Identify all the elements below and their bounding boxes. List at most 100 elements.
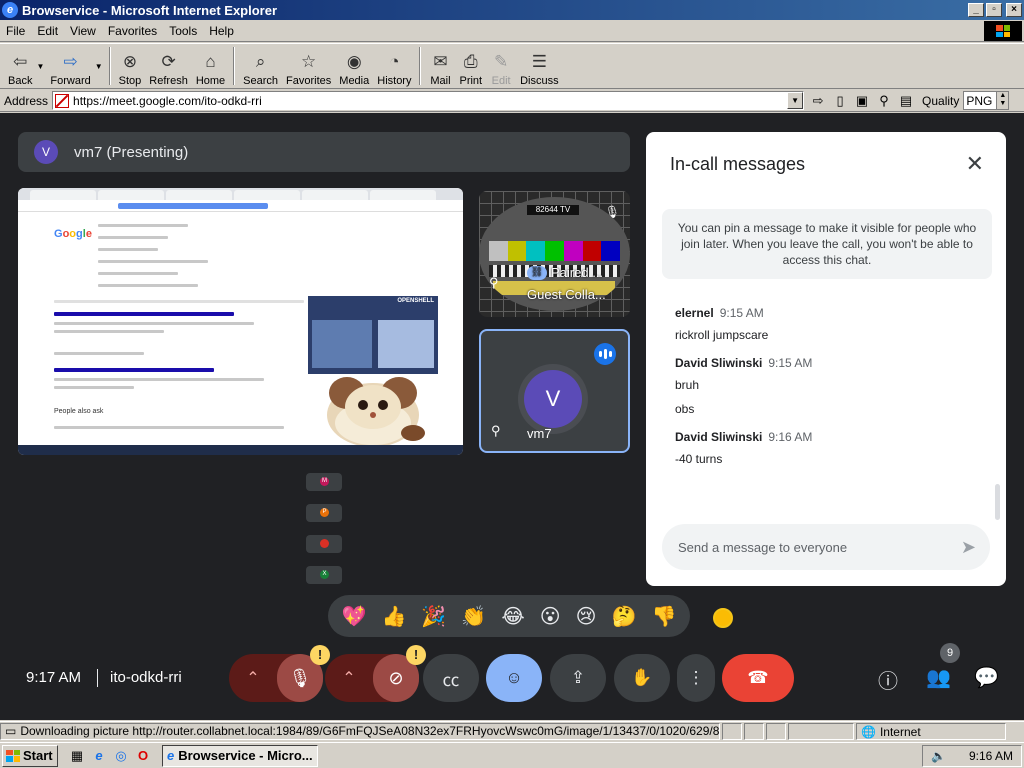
ie-quicklaunch-icon[interactable]: e	[90, 747, 108, 765]
reaction-sparkling-heart[interactable]: 💖	[342, 604, 367, 628]
people-icon[interactable]: 👥	[926, 665, 951, 690]
find-icon[interactable]: ⚲	[876, 93, 892, 109]
screen-icon[interactable]: ▣	[854, 93, 870, 109]
menu-tools[interactable]: Tools	[163, 24, 203, 38]
camera-control: ⌃ ⊘ !	[325, 645, 426, 702]
window-title: Browservice - Microsoft Internet Explore…	[22, 2, 278, 18]
pin-icon[interactable]: ⚲	[489, 275, 499, 291]
minimize-button[interactable]: _	[968, 3, 984, 17]
reaction-thinking[interactable]: 🤔	[612, 604, 637, 628]
reaction-party-popper[interactable]: 🎉	[421, 604, 446, 628]
menu-file[interactable]: File	[0, 24, 31, 38]
address-bar: Address https://meet.google.com/ito-odkd…	[0, 90, 1024, 112]
pin-icon[interactable]: ⚲	[491, 423, 501, 439]
back-dropdown-icon[interactable]: ▼	[34, 62, 46, 71]
refresh-button[interactable]: ⟳ Refresh	[145, 45, 192, 87]
presenter-name: vm7 (Presenting)	[74, 143, 189, 161]
close-icon[interactable]: ✕	[966, 150, 984, 178]
mini-participant-tile[interactable]: M	[306, 473, 342, 491]
print-button[interactable]: ⎙ Print	[455, 45, 486, 87]
taskbar-item-browservice[interactable]: e Browservice - Micro...	[162, 744, 318, 767]
quality-select[interactable]: PNG ▲ ▼	[963, 91, 1010, 110]
media-player-icon[interactable]: ◎	[112, 747, 130, 765]
menu-help[interactable]: Help	[203, 24, 240, 38]
shared-browser-url	[18, 200, 463, 212]
paired-label: ⛓ Paired ...	[527, 265, 603, 280]
leave-call-button[interactable]: ☎	[722, 654, 794, 702]
video-options-chevron-icon[interactable]: ⌃	[325, 668, 373, 688]
speaking-indicator-icon	[594, 343, 616, 365]
history-button[interactable]: ◔ History	[373, 45, 415, 87]
captions-icon: ㏄	[442, 670, 460, 690]
skin-tone-selector[interactable]	[713, 608, 733, 628]
go-arrow-icon[interactable]: ⇨	[810, 93, 826, 109]
reactions-button[interactable]: ☺	[486, 654, 542, 702]
camera-toggle-button[interactable]: ⊘ !	[373, 645, 426, 702]
chat-scrollbar[interactable]	[995, 484, 1000, 520]
reaction-clapping[interactable]: 👏	[461, 604, 486, 628]
bookmark-icon[interactable]: ▯	[832, 93, 848, 109]
home-button[interactable]: ⌂ Home	[192, 45, 229, 87]
menu-view[interactable]: View	[64, 24, 102, 38]
clipboard-icon[interactable]: ▤	[898, 93, 914, 109]
message-sender: David Sliwinski	[675, 430, 763, 444]
start-button[interactable]: Start	[2, 744, 58, 767]
status-text: ▭ Downloading picture http://router.coll…	[0, 723, 720, 740]
standard-toolbar: ⇦ Back ▼ ⇨ Forward ▼ ⊗ Stop ⟳ Refresh ⌂ …	[0, 43, 1024, 89]
volume-icon[interactable]: 🔈	[931, 749, 946, 763]
chat-message-input[interactable]: Send a message to everyone ➤	[662, 524, 990, 570]
opera-icon[interactable]: O	[134, 747, 152, 765]
reaction-laughing[interactable]: 😂	[501, 604, 524, 628]
mini-participant-tile[interactable]: P	[306, 504, 342, 522]
favorites-button[interactable]: ☆ Favorites	[282, 45, 335, 87]
mini-participant-tile[interactable]: X	[306, 566, 342, 584]
back-label: Back	[8, 75, 33, 87]
address-url[interactable]: https://meet.google.com/ito-odkd-rri	[73, 94, 262, 108]
mail-icon: ✉	[433, 52, 448, 71]
reaction-thumbs-down[interactable]: 👎	[652, 604, 677, 628]
participant-tile-vm7[interactable]: V ⚲ vm7	[479, 329, 630, 453]
back-button[interactable]: ⇦ Back	[4, 45, 36, 87]
downloading-page-icon: ▭	[5, 724, 17, 738]
send-icon[interactable]: ➤	[961, 537, 976, 558]
print-icon: ⎙	[463, 52, 478, 71]
shared-browser-tabs	[18, 188, 463, 200]
message-text: bruh	[675, 378, 700, 392]
address-dropdown-icon[interactable]: ▼	[787, 92, 804, 109]
hang-up-icon: ☎	[747, 668, 769, 687]
quality-spinner-icon[interactable]: ▲ ▼	[996, 92, 1009, 109]
media-button[interactable]: ◉ Media	[335, 45, 373, 87]
forward-dropdown-icon[interactable]: ▼	[93, 62, 105, 71]
close-window-button[interactable]: ×	[1006, 3, 1022, 17]
tray-clock: 9:16 AM	[968, 748, 1013, 763]
menu-favorites[interactable]: Favorites	[102, 24, 163, 38]
edit-icon: ✎	[493, 52, 509, 71]
refresh-icon: ⟳	[161, 52, 176, 71]
address-input[interactable]: https://meet.google.com/ito-odkd-rri ▼	[52, 91, 805, 110]
mail-button[interactable]: ✉ Mail	[425, 45, 455, 87]
show-desktop-icon[interactable]: ▦	[68, 747, 86, 765]
status-cell	[788, 723, 854, 740]
discuss-button[interactable]: ☰ Discuss	[516, 45, 563, 87]
reaction-surprised[interactable]: 😮	[540, 604, 561, 628]
restore-button[interactable]: ▫	[986, 3, 1002, 17]
status-bar: ▭ Downloading picture http://router.coll…	[0, 721, 1024, 741]
stop-button[interactable]: ⊗ Stop	[115, 45, 146, 87]
menu-edit[interactable]: Edit	[31, 24, 64, 38]
captions-button[interactable]: ㏄	[423, 654, 479, 702]
present-button[interactable]: ⇪	[550, 654, 606, 702]
chat-icon[interactable]: 💬	[974, 665, 999, 690]
shared-screen[interactable]: Google People also ask OPENSHELL	[18, 188, 463, 455]
meeting-info-icon[interactable]: ⓘ	[878, 665, 898, 694]
more-options-button[interactable]: ⋮	[677, 654, 715, 702]
raise-hand-button[interactable]: ✋	[614, 654, 670, 702]
mic-toggle-button[interactable]: 🎙 !	[277, 645, 330, 702]
search-button[interactable]: ⌕ Search	[239, 45, 282, 87]
mini-participant-tile[interactable]	[306, 535, 342, 553]
forward-button[interactable]: ⇨ Forward	[46, 45, 94, 87]
reaction-crying[interactable]: 😢	[576, 604, 597, 628]
audio-options-chevron-icon[interactable]: ⌃	[229, 668, 277, 688]
reaction-thumbs-up[interactable]: 👍	[381, 604, 406, 628]
participant-tile-guest[interactable]: 82644 TV 🎙 ⛓ Paired ... ⚲ Guest Colla...	[479, 191, 630, 317]
people-count-badge: 9	[940, 643, 960, 663]
